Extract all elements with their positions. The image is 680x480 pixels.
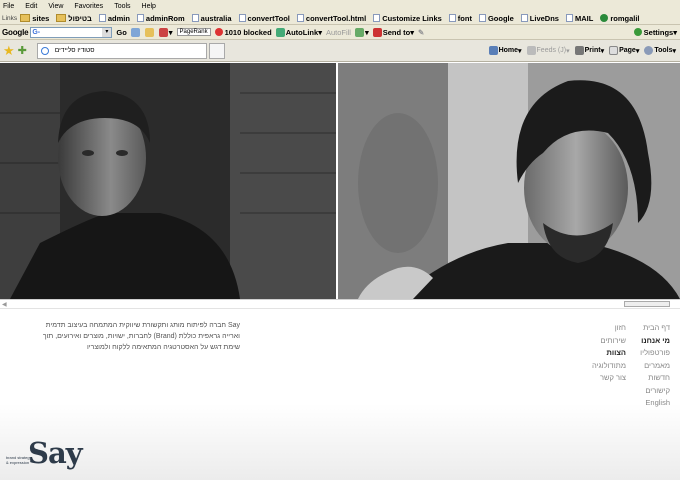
link-font[interactable]: font (448, 14, 472, 23)
nav-links[interactable]: קישורים (640, 385, 670, 398)
menu-view[interactable]: View (48, 3, 63, 10)
link-romgalil[interactable]: romgalil (600, 14, 640, 23)
primary-nav: דף הבית מי אנחנו פורטפוליו מאמרים חדשות … (640, 322, 670, 410)
team-photo-left (0, 63, 336, 299)
tools-button[interactable]: Tools ▾ (644, 46, 676, 55)
google-toolbar: Google G- ▾ Go ▾ PageRank 1010 blocked A… (0, 25, 680, 40)
horizontal-scrollbar[interactable]: ◀ (0, 299, 680, 309)
nav-contact[interactable]: צור קשר (592, 372, 626, 385)
settings-icon (633, 28, 642, 36)
link-converttool-html[interactable]: convertTool.html (296, 14, 366, 23)
command-bar: Home ▾ Feeds (J) ▾ Print ▾ Page ▾ Tools ▾ (488, 46, 680, 55)
say-logo[interactable]: Say brand strategy & expression (6, 436, 83, 470)
options-icon[interactable]: ▾ (354, 27, 369, 37)
page-icon (448, 14, 456, 22)
block-icon (214, 28, 223, 36)
secondary-nav: חזון שירותים הצוות מתודולוגיה צור קשר (592, 322, 626, 385)
page-icon (296, 14, 304, 22)
portrait-man-right (338, 63, 680, 299)
menu-help[interactable]: Help (142, 3, 156, 10)
page-icon (238, 14, 246, 22)
nav-home[interactable]: דף הבית (640, 322, 670, 335)
menu-favorites[interactable]: Favorites (74, 3, 103, 10)
page-button[interactable]: Page ▾ (609, 46, 639, 55)
nav-about[interactable]: מי אנחנו (640, 335, 670, 348)
link-adminrom[interactable]: adminRom (136, 14, 185, 23)
google-logo: Google (2, 27, 29, 37)
link-sites[interactable]: sites (20, 14, 49, 23)
home-button[interactable]: Home ▾ (488, 46, 522, 55)
menu-edit[interactable]: Edit (25, 3, 37, 10)
favorites-star-icon[interactable]: ★ (3, 43, 15, 59)
page-favicon-icon (40, 46, 49, 55)
page-icon (520, 14, 528, 22)
settings-button[interactable]: Settings ▾ (633, 28, 677, 37)
google-search-input[interactable]: G- ▾ (30, 26, 113, 38)
chevron-down-icon[interactable]: ▾ (102, 27, 112, 37)
nav-portfolio[interactable]: פורטפוליו (640, 347, 670, 360)
link-converttool[interactable]: convertTool (238, 14, 290, 23)
page-icon (609, 46, 619, 55)
nav-vision[interactable]: חזון (592, 322, 626, 335)
portrait-man-left (0, 63, 336, 299)
page-icon (565, 14, 573, 22)
link-mail[interactable]: MAIL (565, 14, 593, 23)
menu-file[interactable]: File (3, 3, 14, 10)
scroll-left-icon[interactable]: ◀ (2, 301, 7, 308)
nav-articles[interactable]: מאמרים (640, 360, 670, 373)
link-livedns[interactable]: LiveDns (520, 14, 559, 23)
autofill-button[interactable]: AutoFill (326, 28, 351, 37)
search-icon[interactable] (130, 27, 141, 37)
page-icon (373, 14, 381, 22)
browser-tab[interactable]: סטודיו סליידים (36, 42, 207, 59)
print-button[interactable]: Print ▾ (574, 46, 604, 55)
link-admin[interactable]: admin (98, 14, 130, 23)
nav-news[interactable]: חדשות (640, 372, 670, 385)
page-icon (191, 14, 199, 22)
about-text: Say חברה לפיתוח מותג ותקשורת שיווקית המת… (42, 322, 240, 351)
autolink-button[interactable]: AutoLink ▾ (275, 27, 322, 37)
menu-bar: File Edit View Favorites Tools Help (0, 0, 680, 12)
nav-methodology[interactable]: מתודולוגיה (592, 360, 626, 373)
scrollbar-thumb[interactable] (624, 301, 670, 307)
team-photo-right (338, 63, 680, 299)
tab-bar: ★ ✚ סטודיו סליידים Home ▾ Feeds (J) ▾ Prin… (0, 40, 680, 62)
menu-tools[interactable]: Tools (114, 3, 130, 10)
link-betipul[interactable]: בטיפול (56, 14, 92, 23)
new-tab-button[interactable] (208, 42, 225, 59)
feed-icon (526, 46, 536, 55)
home-icon (488, 46, 498, 55)
link-australia[interactable]: australia (191, 14, 232, 23)
go-button[interactable]: Go (116, 28, 126, 37)
printer-icon (574, 46, 584, 55)
nav-team[interactable]: הצוות (592, 347, 626, 360)
page-icon (98, 14, 106, 22)
links-label: Links (2, 14, 18, 22)
bookmark-icon[interactable]: ▾ (158, 27, 173, 37)
autolink-icon (275, 27, 285, 37)
nav-services[interactable]: שירותים (592, 335, 626, 348)
link-customize-links[interactable]: Customize Links (373, 14, 442, 23)
folder-icon (20, 14, 31, 22)
feeds-button[interactable]: Feeds (J) ▾ (526, 46, 570, 55)
sendto-button[interactable]: Send to ▾ (372, 27, 414, 37)
add-favorite-icon[interactable]: ✚ (18, 44, 27, 57)
page-icon (136, 14, 144, 22)
globe-icon (600, 14, 609, 22)
link-google[interactable]: Google (478, 14, 514, 23)
pagerank-meter: PageRank (176, 28, 211, 36)
gear-icon (644, 46, 654, 55)
pencil-icon[interactable]: ✎ (418, 28, 424, 37)
nav-english[interactable]: English (640, 397, 670, 410)
page-icon (478, 14, 486, 22)
links-bar: Links sites בטיפול admin adminRom austra… (0, 12, 680, 25)
content-area: Say חברה לפיתוח מותג ותקשורת שיווקית המת… (0, 310, 680, 480)
popup-blocker-button[interactable]: 1010 blocked (214, 28, 272, 37)
folder-icon (56, 14, 67, 22)
folder-icon[interactable] (144, 27, 155, 37)
send-icon (372, 27, 382, 37)
